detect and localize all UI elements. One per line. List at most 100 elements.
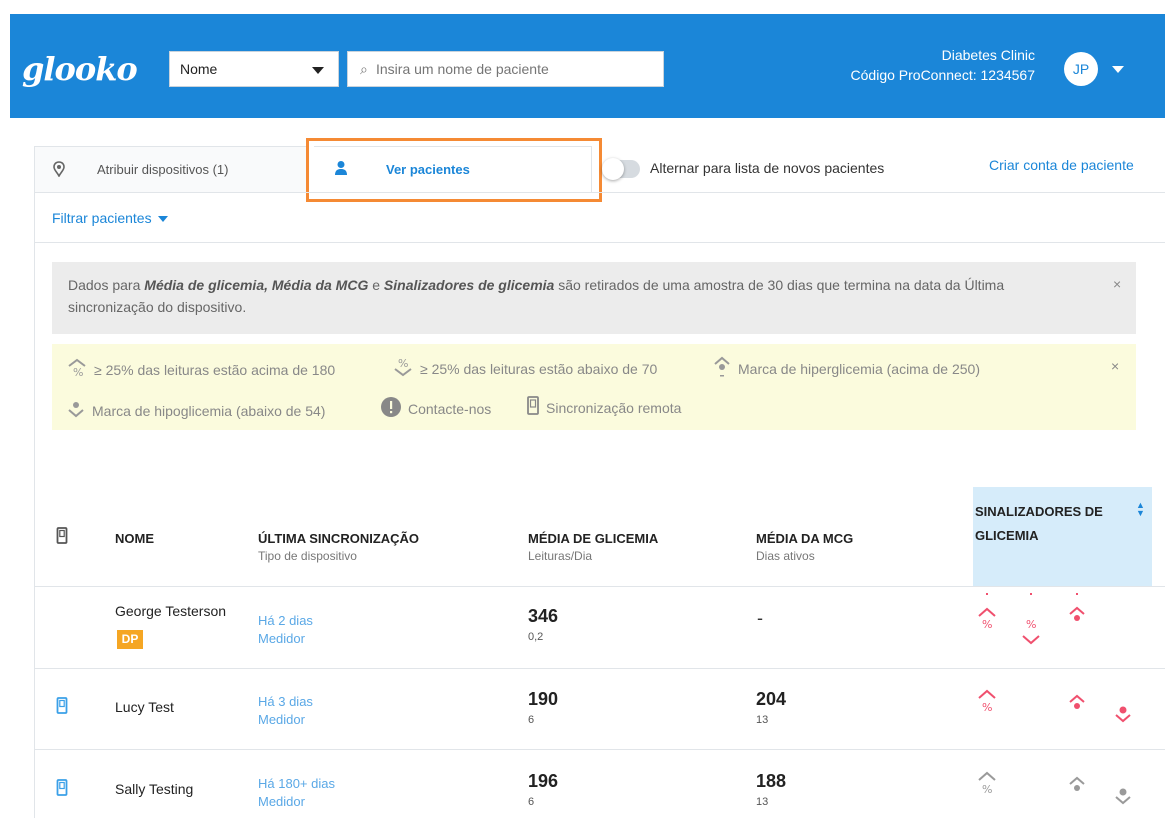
chevron-down-icon — [312, 67, 324, 74]
remote-sync-icon — [526, 396, 540, 419]
svg-text:%: % — [982, 618, 992, 631]
hyper-icon — [1066, 694, 1088, 721]
tab-assign-label: Atribuir dispositivos (1) — [97, 162, 229, 177]
caret-down-icon — [157, 216, 168, 223]
active-days: 13 — [756, 714, 769, 726]
divider — [34, 586, 1165, 587]
column-header-flags-2[interactable]: GLICEMIA — [975, 528, 1039, 543]
search-input[interactable] — [376, 53, 656, 85]
hyper-icon — [1066, 776, 1088, 803]
below-range-icon: % — [1020, 592, 1042, 657]
hypo-icon — [1112, 702, 1134, 731]
filter-patients-button[interactable]: Filtrar pacientes — [52, 210, 168, 226]
info-text: e — [368, 277, 384, 293]
avatar[interactable]: JP — [1064, 52, 1098, 86]
column-subheader-active-days: Dias ativos — [756, 549, 815, 563]
last-sync[interactable]: Há 3 dias — [258, 693, 313, 711]
device-type[interactable]: Medidor — [258, 630, 305, 648]
bg-average: 190 — [528, 689, 559, 709]
toggle-knob — [602, 158, 624, 180]
legend-label: Sincronização remota — [546, 399, 682, 416]
patient-name[interactable]: Sally Testing — [115, 781, 193, 797]
svg-text:%: % — [982, 701, 992, 714]
legend-below-range: % ≥ 25% das leituras estão abaixo de 70 — [392, 356, 657, 381]
device-icon[interactable] — [56, 779, 68, 802]
device-pin-icon — [53, 161, 65, 180]
readings-per-day: 0,2 — [528, 631, 544, 643]
bg-average: 196 — [528, 771, 559, 791]
hypo-icon — [66, 398, 86, 423]
legend-above-range: % ≥ 25% das leituras estão acima de 180 — [66, 358, 335, 381]
divider — [34, 668, 1165, 669]
panel-border — [34, 146, 35, 818]
above-range-icon: % — [976, 592, 998, 641]
tab-view-patients[interactable]: Ver pacientes — [314, 146, 592, 192]
column-subheader-readings-per-day: Leituras/Dia — [528, 549, 593, 563]
last-sync[interactable]: Há 180+ dias — [258, 775, 335, 793]
above-range-icon: % — [976, 688, 998, 725]
above-range-icon: % — [66, 358, 88, 381]
device-type[interactable]: Medidor — [258, 711, 305, 729]
column-header-name[interactable]: NOME — [115, 531, 154, 546]
legend-remote-sync: Sincronização remota — [526, 396, 681, 419]
divider — [34, 749, 1165, 750]
close-info-icon[interactable]: × — [1113, 276, 1121, 292]
patient-search[interactable]: ⌕ — [347, 51, 664, 87]
legend-contact: Contacte-nos — [380, 396, 491, 421]
above-range-icon: % — [976, 770, 998, 807]
user-icon — [334, 160, 348, 179]
top-bar: glooko Nome ⌕ Diabetes Clinic Código Pro… — [0, 0, 1165, 118]
bg-average: 346 — [528, 606, 559, 626]
info-text: Dados para — [68, 277, 145, 293]
search-icon: ⌕ — [360, 61, 368, 77]
column-header-bg-average[interactable]: MÉDIA DE GLICEMIA — [528, 531, 658, 546]
hypo-icon — [1112, 784, 1134, 813]
device-type[interactable]: Medidor — [258, 793, 305, 811]
close-legend-icon[interactable]: × — [1111, 358, 1119, 374]
filter-label: Filtrar pacientes — [52, 210, 152, 226]
create-patient-account-link[interactable]: Criar conta de paciente — [989, 157, 1134, 173]
svg-text:%: % — [982, 783, 992, 796]
column-header-flags[interactable]: SINALIZADORES DE — [975, 504, 1103, 519]
column-header-last-sync[interactable]: ÚLTIMA SINCRONIZAÇÃO — [258, 531, 419, 546]
new-patients-toggle[interactable] — [602, 158, 640, 180]
hyper-icon — [712, 356, 732, 381]
column-subheader-device-type: Tipo de dispositivo — [258, 549, 357, 563]
data-info-banner: Dados para Média de glicemia, Média da M… — [52, 262, 1136, 334]
patient-name[interactable]: Lucy Test — [115, 699, 174, 715]
legend-label: Contacte-nos — [408, 400, 492, 417]
column-header-cgm-average[interactable]: MÉDIA DA MCG — [756, 531, 853, 546]
sort-arrows-icon[interactable]: ▲ ▼ — [1136, 501, 1145, 518]
info-emphasis: Média de glicemia, Média da MCG — [144, 277, 369, 293]
legend-label: Marca de hipoglicemia (abaixo de 54) — [92, 402, 326, 419]
cgm-average: 204 — [756, 689, 787, 709]
contact-icon — [380, 396, 402, 421]
cgm-average: - — [757, 608, 763, 628]
tab-view-label: Ver pacientes — [386, 162, 470, 177]
patient-name[interactable]: George Testerson — [115, 603, 226, 619]
legend-hypo: Marca de hipoglicemia (abaixo de 54) — [66, 398, 325, 423]
readings-per-day: 6 — [528, 796, 535, 808]
hyper-icon — [1066, 592, 1088, 641]
svg-text:%: % — [73, 366, 83, 378]
glooko-logo[interactable]: glooko — [22, 50, 138, 88]
tab-assign-devices[interactable]: Atribuir dispositivos (1) — [34, 146, 310, 192]
legend-hyper: Marca de hiperglicemia (acima de 250) — [712, 356, 980, 381]
svg-text:%: % — [398, 357, 408, 370]
toggle-label: Alternar para lista de novos pacientes — [650, 160, 885, 176]
search-type-select[interactable]: Nome — [169, 51, 339, 87]
divider — [34, 192, 1165, 193]
legend-label: Marca de hiperglicemia (acima de 250) — [738, 360, 980, 377]
last-sync[interactable]: Há 2 dias — [258, 612, 313, 630]
below-range-icon: % — [392, 356, 414, 381]
legend-label: ≥ 25% das leituras estão abaixo de 70 — [420, 360, 658, 377]
legend-label: ≥ 25% das leituras estão acima de 180 — [94, 361, 336, 378]
account-menu-chevron-icon[interactable] — [1112, 66, 1124, 73]
device-icon[interactable] — [56, 697, 68, 720]
active-days: 13 — [756, 796, 769, 808]
flags-legend: % ≥ 25% das leituras estão acima de 180 … — [52, 344, 1136, 430]
info-emphasis: Sinalizadores de glicemia — [383, 277, 555, 293]
divider — [34, 242, 1165, 243]
clinic-info: Diabetes Clinic Código ProConnect: 12345… — [851, 45, 1035, 85]
clinic-code: Código ProConnect: 1234567 — [850, 67, 1035, 83]
